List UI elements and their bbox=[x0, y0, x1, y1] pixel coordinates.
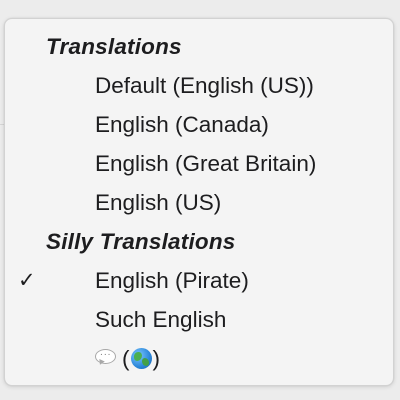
section-header-silly-translations: Silly Translations bbox=[5, 222, 393, 261]
menu-item-english-canada[interactable]: English (Canada) bbox=[5, 105, 393, 144]
menu-item-emoji-label: ··· ( ) bbox=[95, 339, 160, 378]
menu-item-label: Default (English (US)) bbox=[95, 73, 314, 98]
menu-item-english-pirate[interactable]: ✓ English (Pirate) bbox=[5, 261, 393, 300]
close-paren: ) bbox=[152, 346, 161, 371]
section-header-label: Silly Translations bbox=[46, 229, 236, 254]
menu-item-label: English (US) bbox=[95, 190, 222, 215]
menu-item-such-english[interactable]: Such English bbox=[5, 300, 393, 339]
menu-item-label: English (Great Britain) bbox=[95, 151, 317, 176]
section-header-translations: Translations bbox=[5, 27, 393, 66]
menu-item-label: English (Pirate) bbox=[95, 268, 249, 293]
menu-item-emoji-language[interactable]: ··· ( ) bbox=[5, 339, 393, 378]
checkmark-icon: ✓ bbox=[18, 269, 36, 292]
menu-item-english-us[interactable]: English (US) bbox=[5, 183, 393, 222]
menu-item-english-great-britain[interactable]: English (Great Britain) bbox=[5, 144, 393, 183]
globe-icon bbox=[130, 348, 152, 369]
menu-item-default-english-us[interactable]: Default (English (US)) bbox=[5, 66, 393, 105]
open-paren: ( bbox=[122, 346, 130, 371]
section-header-label: Translations bbox=[46, 34, 182, 59]
translations-dropdown-menu: Translations Default (English (US)) Engl… bbox=[4, 18, 394, 386]
menu-item-label: English (Canada) bbox=[95, 112, 269, 137]
menu-item-label: Such English bbox=[95, 307, 227, 332]
speech-bubble-icon: ··· bbox=[95, 349, 116, 367]
